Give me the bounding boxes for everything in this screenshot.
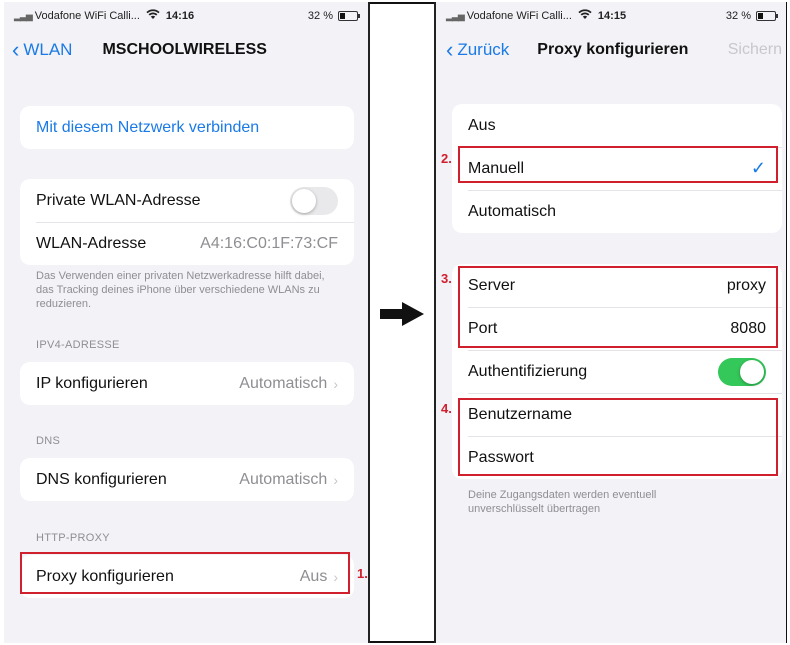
port-row[interactable]: Port 8080	[452, 307, 782, 350]
wlan-address-label: WLAN-Adresse	[36, 234, 147, 252]
connect-row[interactable]: Mit diesem Netzwerk verbinden	[20, 106, 354, 149]
password-label: Passwort	[468, 448, 534, 466]
auth-label: Authentifizierung	[468, 362, 588, 380]
signal-icon: ▂▃▅	[446, 10, 465, 21]
checkmark-icon: ✓	[750, 158, 766, 178]
mode-option-off[interactable]: Aus	[452, 104, 782, 147]
step-3-marker: 3.	[441, 271, 452, 286]
chevron-left-icon: ‹	[12, 37, 20, 62]
auth-caption: Deine Zugangsdaten werden eventuell unve…	[468, 489, 657, 515]
status-bar: ▂▃▅ Vodafone WiFi Calli... 14:16 32 %	[14, 8, 360, 24]
back-button[interactable]: ‹ Zurück	[446, 39, 509, 61]
navigation-bar: ‹ WLAN MSCHOOLWIRELESS	[4, 36, 368, 64]
auth-toggle[interactable]	[718, 357, 766, 386]
proxy-mode-group: Aus Manuell ✓ Automatisch	[452, 104, 782, 233]
wlan-address-value: A4:16:C0:1F:73:CF	[200, 234, 338, 252]
server-label: Server	[468, 276, 516, 294]
page-title: Proxy konfigurieren	[537, 41, 689, 58]
private-wlan-label: Private WLAN-Adresse	[36, 191, 201, 209]
ip-config-value: Automatisch	[239, 374, 328, 392]
chevron-right-icon: ›	[333, 471, 338, 488]
auth-row: Authentifizierung	[452, 350, 782, 393]
proxy-config-screen: ▂▃▅ Vodafone WiFi Calli... 14:15 32 % ‹ …	[434, 2, 786, 643]
save-button[interactable]: Sichern	[728, 41, 782, 59]
dns-group: DNS konfigurieren Automatisch ›	[20, 458, 354, 501]
step-4-marker: 4.	[441, 401, 452, 416]
username-label: Benutzername	[468, 405, 573, 423]
carrier-label: Vodafone WiFi Calli...	[34, 10, 140, 22]
back-label: WLAN	[23, 40, 73, 59]
dns-config-value: Automatisch	[239, 470, 328, 488]
port-value[interactable]: 8080	[730, 320, 766, 338]
connect-group: Mit diesem Netzwerk verbinden	[20, 106, 354, 149]
proxy-config-row[interactable]: Proxy konfigurieren Aus ›	[20, 555, 354, 598]
dns-section-header: DNS	[36, 435, 61, 447]
clock: 14:16	[165, 10, 195, 22]
mode-label: Aus	[468, 116, 496, 134]
mode-option-auto[interactable]: Automatisch	[452, 190, 782, 233]
carrier-label: Vodafone WiFi Calli...	[466, 10, 572, 22]
dns-config-label: DNS konfigurieren	[36, 470, 167, 488]
proxy-group: Proxy konfigurieren Aus ›	[20, 555, 354, 598]
mode-option-manual[interactable]: Manuell ✓	[452, 147, 782, 190]
proxy-settings-group: Server proxy Port 8080 Authentifizierung…	[452, 264, 782, 479]
step-2-marker: 2.	[441, 151, 452, 166]
step-1-marker: 1.	[357, 566, 368, 581]
mode-label: Automatisch	[468, 202, 557, 220]
ipv4-group: IP konfigurieren Automatisch ›	[20, 362, 354, 405]
back-button[interactable]: ‹ WLAN	[12, 39, 72, 61]
battery-percent: 32 %	[725, 10, 751, 22]
server-value[interactable]: proxy	[727, 277, 766, 295]
status-bar: ▂▃▅ Vodafone WiFi Calli... 14:15 32 %	[446, 8, 778, 24]
connect-label: Mit diesem Netzwerk verbinden	[36, 118, 260, 136]
ip-config-row[interactable]: IP konfigurieren Automatisch ›	[20, 362, 354, 405]
port-label: Port	[468, 319, 498, 337]
mode-label: Manuell	[468, 159, 525, 177]
wifi-icon	[146, 9, 160, 23]
wlan-address-row: WLAN-Adresse A4:16:C0:1F:73:CF	[20, 222, 354, 265]
navigation-bar: ‹ Zurück Proxy konfigurieren Sichern	[436, 36, 786, 64]
wifi-icon	[578, 9, 592, 23]
battery-icon	[338, 11, 360, 21]
proxy-section-header: HTTP-PROXY	[36, 532, 110, 544]
ipv4-section-header: IPV4-ADRESSE	[36, 339, 120, 351]
private-wlan-row: Private WLAN-Adresse	[20, 179, 354, 222]
private-address-caption: Das Verwenden einer privaten Netzwerkadr…	[36, 270, 325, 310]
proxy-config-value: Aus	[299, 567, 328, 585]
ip-config-label: IP konfigurieren	[36, 374, 148, 392]
dns-config-row[interactable]: DNS konfigurieren Automatisch ›	[20, 458, 354, 501]
server-row[interactable]: Server proxy	[452, 264, 782, 307]
chevron-right-icon: ›	[333, 568, 338, 585]
username-row[interactable]: Benutzername	[452, 393, 782, 436]
battery-icon	[756, 11, 778, 21]
back-label: Zurück	[457, 40, 510, 59]
chevron-right-icon: ›	[333, 375, 338, 392]
private-wlan-toggle[interactable]	[290, 186, 338, 215]
arrow-right-icon	[380, 302, 424, 326]
clock: 14:15	[597, 10, 627, 22]
proxy-config-label: Proxy konfigurieren	[36, 567, 174, 585]
wlan-detail-screen: ▂▃▅ Vodafone WiFi Calli... 14:16 32 % ‹ …	[4, 2, 370, 643]
password-row[interactable]: Passwort	[452, 436, 782, 479]
chevron-left-icon: ‹	[446, 37, 454, 62]
address-group: Private WLAN-Adresse WLAN-Adresse A4:16:…	[20, 179, 354, 265]
battery-percent: 32 %	[307, 10, 333, 22]
signal-icon: ▂▃▅	[14, 10, 33, 21]
page-title: MSCHOOLWIRELESS	[102, 41, 267, 58]
